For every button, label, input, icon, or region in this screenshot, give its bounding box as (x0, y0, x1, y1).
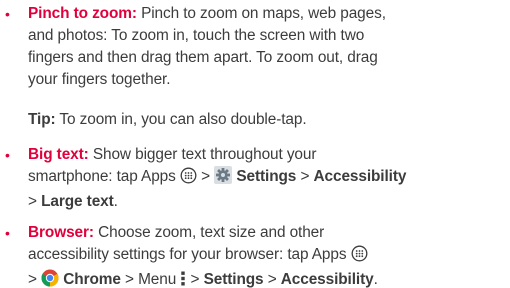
tip-text: Tip: To zoom in, you can also double-tap… (28, 109, 510, 131)
settings-label: Settings (236, 168, 297, 185)
accessibility-label: Accessibility (280, 271, 374, 288)
bullet: • (5, 147, 10, 163)
pinch-line-2: and photos: To zoom in, touch the screen… (28, 27, 365, 44)
big-text-line-2a: smartphone: tap Apps (28, 168, 180, 185)
pinch-line-4: your fingers together. (28, 71, 171, 88)
bullet: • (5, 6, 10, 22)
big-text-line-1: Show bigger text throughout your (88, 146, 317, 163)
apps-icon (351, 245, 368, 269)
large-text-label: Large text (41, 193, 114, 210)
apps-icon (180, 167, 197, 191)
big-text-line-3b: . (113, 193, 118, 210)
browser-sep-2: > (186, 271, 204, 288)
browser-term: Browser: (28, 224, 94, 241)
browser-line-1: Choose zoom, text size and other (93, 224, 325, 241)
settings-label: Settings (203, 271, 264, 288)
bullet: • (5, 225, 10, 241)
pinch-to-zoom-text: Pinch to zoom: Pinch to zoom on maps, we… (28, 3, 510, 91)
big-text-sep-2: > (296, 168, 314, 185)
tip-label: Tip: (28, 111, 56, 128)
accessibility-instructions: • Pinch to zoom: Pinch to zoom on maps, … (0, 0, 510, 288)
browser-end: . (373, 271, 378, 288)
chrome-icon (41, 269, 59, 288)
accessibility-label: Accessibility (313, 168, 407, 185)
big-text-term: Big text: (28, 146, 89, 163)
settings-gear-icon (214, 166, 233, 191)
browser-sep-1: > Menu (120, 271, 181, 288)
browser-line-3a: > (28, 271, 42, 288)
pinch-line-3: fingers and then drag them apart. To zoo… (28, 49, 378, 66)
big-text-line-3a: > (28, 193, 42, 210)
chrome-label: Chrome (63, 271, 121, 288)
pinch-to-zoom-term: Pinch to zoom: (28, 5, 137, 22)
tip-body: To zoom in, you can also double-tap. (55, 111, 307, 128)
big-text-sep-1: > (196, 168, 215, 185)
browser-text: Browser: Choose zoom, text size and othe… (28, 222, 510, 288)
browser-sep-3: > (263, 271, 281, 288)
big-text-text: Big text: Show bigger text throughout yo… (28, 144, 510, 213)
browser-line-2: accessibility settings for your browser:… (28, 246, 351, 263)
pinch-line-1: Pinch to zoom on maps, web pages, (136, 5, 386, 22)
